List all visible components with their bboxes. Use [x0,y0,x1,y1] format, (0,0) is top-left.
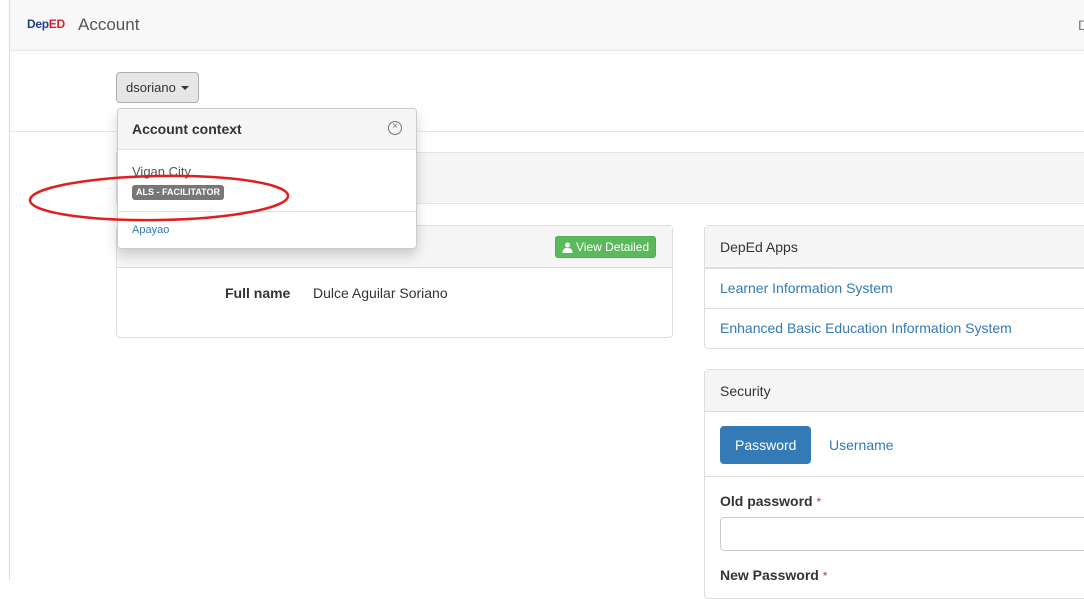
required-mark: * [822,569,828,583]
context-item-vigan[interactable]: Vigan City ALS - FACILITATOR [118,150,416,211]
tab-divider [705,476,1084,477]
deped-apps-panel: DepEd Apps Learner Information System En… [704,225,1084,349]
old-password-label-text: Old password [720,493,813,509]
apps-panel-title: DepEd Apps [720,239,798,255]
context-item-apayao[interactable]: Apayao [132,224,169,236]
security-panel-title: Security [720,383,771,399]
dropdown-title: Account context [132,121,242,137]
app-link-lis[interactable]: Learner Information System [705,268,1084,308]
security-panel-header: Security [705,370,1084,412]
role-badge: ALS - FACILITATOR [132,185,224,200]
new-password-label-text: New Password [720,567,819,583]
logo-text-dep: Dep [27,17,49,31]
security-panel: Security Password Username Old password … [704,369,1084,599]
account-context-dropdown: Account context × Vigan City ALS - FACIL… [117,108,417,249]
username-label: dsoriano [126,80,176,95]
old-password-label: Old password * [720,493,821,509]
tab-username[interactable]: Username [829,437,894,453]
full-name-value: Dulce Aguilar Soriano [313,285,448,301]
close-circle-icon[interactable]: × [388,121,402,135]
new-password-label: New Password * [720,567,827,583]
user-dropdown-button[interactable]: dsoriano [116,72,199,103]
page-title: Account [78,15,140,34]
required-mark: * [816,495,822,509]
user-icon [562,242,573,253]
navbar-right-link[interactable]: D [1078,17,1084,33]
navbar: DepED Account D [10,0,1084,51]
page-edge [9,0,10,580]
logo-text-ed: ED [48,17,65,31]
app-link-ebeis[interactable]: Enhanced Basic Education Information Sys… [705,308,1084,348]
caret-down-icon [180,85,189,90]
view-detailed-label: View Detailed [576,240,650,254]
dropdown-divider [118,211,416,212]
view-detailed-button[interactable]: View Detailed [555,236,657,258]
context-location: Vigan City [132,164,192,179]
full-name-label: Full name [225,285,291,301]
old-password-input[interactable] [720,517,1084,551]
deped-logo[interactable]: DepED [27,17,65,31]
apps-panel-header: DepEd Apps [705,226,1084,268]
tab-password[interactable]: Password [720,426,812,464]
dropdown-header: Account context × [118,109,416,150]
